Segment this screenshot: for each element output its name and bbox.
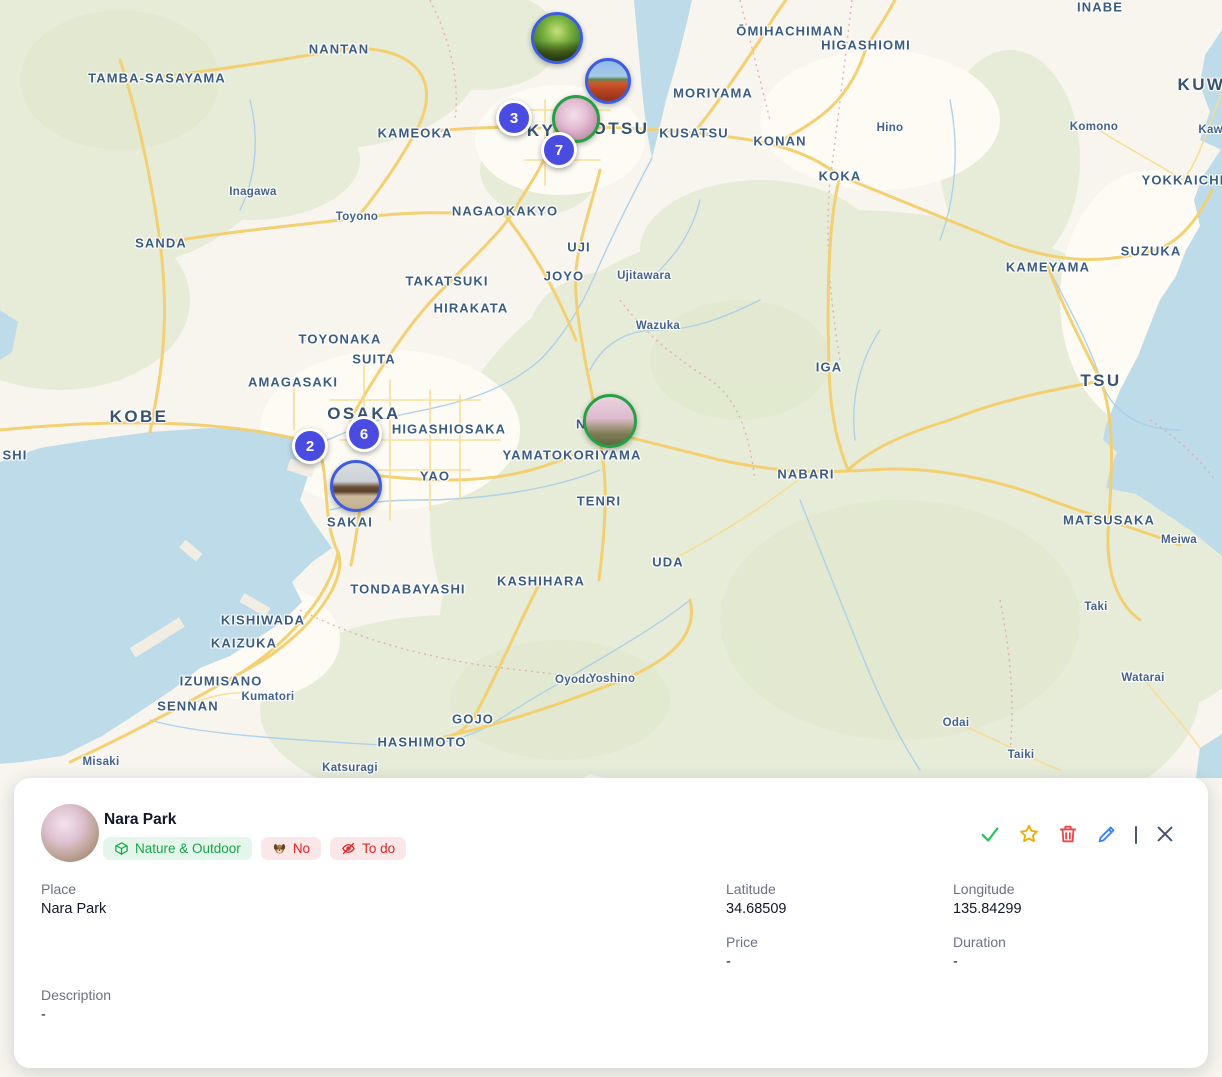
price-field-label: Price — [726, 934, 758, 950]
latitude-field-value: 34.68509 — [726, 901, 786, 917]
tag-label: No — [293, 841, 310, 856]
favorite-button[interactable] — [1018, 824, 1040, 846]
trash-icon — [1057, 823, 1079, 848]
trip-planner-app: TAMBA-SASAYAMANANTANKAMEOKASANDAInagawaT… — [0, 0, 1222, 1077]
star-icon — [1018, 823, 1040, 848]
dog-icon — [272, 841, 287, 856]
cluster-marker-2[interactable]: 2 — [292, 428, 328, 464]
longitude-field-label: Longitude — [953, 881, 1015, 897]
latitude-field-label: Latitude — [726, 881, 776, 897]
close-icon — [1154, 823, 1176, 848]
photo-marker-heian-shrine[interactable] — [585, 58, 631, 104]
place-avatar — [41, 804, 99, 862]
place-field-label: Place — [41, 881, 76, 897]
action-toolbar — [979, 824, 1176, 846]
tag-label: Nature & Outdoor — [135, 841, 241, 856]
tag-to-do: To do — [330, 837, 406, 860]
close-button[interactable] — [1154, 824, 1176, 846]
tag-no: No — [261, 837, 321, 860]
duration-field-value: - — [953, 954, 958, 970]
tag-label: To do — [362, 841, 395, 856]
delete-button[interactable] — [1057, 824, 1079, 846]
check-icon — [979, 823, 1001, 848]
mark-visited-button[interactable] — [979, 824, 1001, 846]
tag-list: Nature & Outdoor No To do — [103, 837, 406, 860]
tag-nature-outdoor: Nature & Outdoor — [103, 837, 252, 860]
cluster-marker-6[interactable]: 6 — [346, 416, 382, 452]
eye-off-icon — [341, 841, 356, 856]
toolbar-divider — [1135, 826, 1137, 844]
cluster-marker-7[interactable]: 7 — [541, 132, 577, 168]
photo-marker-nara-park[interactable] — [583, 394, 637, 448]
cube-icon — [114, 841, 129, 856]
price-field-value: - — [726, 954, 731, 970]
place-detail-panel: Nara Park Nature & Outdoor No To do — [14, 778, 1208, 1068]
description-field-label: Description — [41, 987, 111, 1003]
duration-field-label: Duration — [953, 934, 1006, 950]
photo-marker-kibune-forest[interactable] — [531, 12, 583, 64]
pencil-icon — [1096, 823, 1118, 848]
photo-marker-osaka-temple[interactable] — [330, 460, 382, 512]
edit-button[interactable] — [1096, 824, 1118, 846]
longitude-field-value: 135.84299 — [953, 901, 1022, 917]
cluster-marker-3[interactable]: 3 — [496, 100, 532, 136]
place-field-value: Nara Park — [41, 901, 106, 917]
description-field-value: - — [41, 1007, 46, 1023]
place-title: Nara Park — [104, 811, 176, 829]
